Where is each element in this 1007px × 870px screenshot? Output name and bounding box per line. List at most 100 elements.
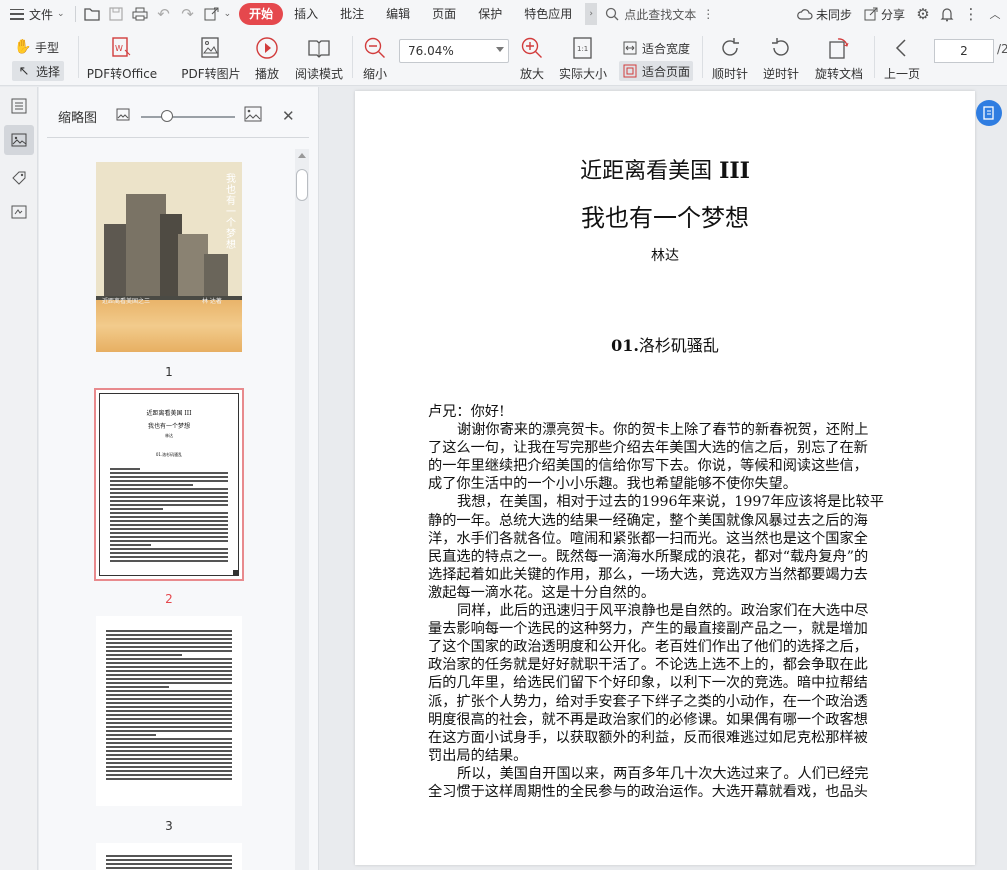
- outline-button[interactable]: [4, 91, 34, 121]
- collapse-icon[interactable]: ︿: [983, 2, 1007, 26]
- document-text-line: 后的几年里，给选民们留下个好印象，以利下一次的竞选。暗中拉帮结: [428, 675, 868, 692]
- redo-icon[interactable]: ↷: [176, 2, 200, 26]
- chevron-left-icon: [889, 35, 915, 61]
- tab-features[interactable]: 特色应用: [513, 3, 583, 25]
- more-tabs-button[interactable]: ›: [585, 3, 598, 25]
- mini-title2: 我也有一个梦想: [147, 423, 190, 430]
- tab-home[interactable]: 开始: [239, 3, 284, 25]
- document-text-line: 我想，在美国，相对于过去的1996年来说，1997年应该将是比较平: [457, 494, 884, 511]
- section-number: 01.: [611, 336, 639, 355]
- rotate-document-label: 旋转文档: [814, 67, 863, 81]
- search-box[interactable]: 点此查找文本 ⋮: [605, 6, 714, 23]
- rotate-document-button[interactable]: 旋转文档: [813, 32, 865, 82]
- shrink-thumbnail-icon[interactable]: [116, 108, 130, 124]
- zoom-level-select[interactable]: 76.04%: [399, 39, 509, 63]
- fit-page-icon: [622, 63, 638, 79]
- menu-bar: 文件 ⌄ ↶ ↷ ⌄ 开始 插入 批注 编辑 页面 保护 特色应用 › 点此查找…: [0, 0, 1007, 28]
- thumbnail-page-2[interactable]: 近距离看美国 III 我也有一个梦想 林达 01.洛杉矶骚乱: [94, 388, 244, 581]
- toolbar-separator: [874, 36, 875, 78]
- undo-icon[interactable]: ↶: [152, 2, 176, 26]
- thumbnail-size-slider[interactable]: [141, 110, 235, 122]
- more-options-icon[interactable]: ⋮: [702, 7, 714, 21]
- tab-edit[interactable]: 编辑: [375, 3, 421, 25]
- document-text-line: 卢兄：你好!: [428, 404, 505, 420]
- close-icon[interactable]: ✕: [282, 107, 295, 125]
- toolbar: ✋ 手型 ↖ 选择 W PDF转Office PDF转图片 播放 阅读模式 缩小: [0, 28, 1007, 86]
- hamburger-icon: [10, 8, 24, 20]
- thumbnails-panel: 缩略图 ✕ 我也有一个梦想 近距离看美国之三 林 达著 1 近距离看美国 III…: [39, 87, 319, 870]
- sync-status[interactable]: 未同步: [791, 0, 858, 28]
- thumbnails-button[interactable]: [4, 125, 34, 155]
- search-icon: [606, 7, 619, 21]
- actual-size-button[interactable]: 1:1 实际大小: [557, 32, 609, 82]
- toolbar-separator: [702, 36, 703, 78]
- share-button[interactable]: 分享: [858, 0, 911, 28]
- zoom-in-button[interactable]: 放大: [517, 32, 547, 82]
- save-icon[interactable]: [104, 2, 128, 26]
- hand-icon: ✋: [14, 39, 32, 55]
- tab-protect[interactable]: 保护: [467, 3, 513, 25]
- document-text-line: 明度很高的社会，就不再是政治家们的必修课。如果偶有哪一个政客想: [428, 711, 868, 728]
- page-number-input[interactable]: 2: [934, 39, 994, 63]
- more-icon[interactable]: ⋮: [959, 2, 983, 26]
- open-folder-icon[interactable]: [80, 2, 104, 26]
- document-text-line: 所以，美国自开国以来，两百多年几十次大选过来了。人们已经完: [457, 765, 869, 782]
- scroll-up-icon[interactable]: [298, 153, 306, 158]
- hand-tool-button[interactable]: ✋ 手型: [14, 37, 60, 57]
- floating-tool-button[interactable]: [976, 100, 1002, 126]
- document-text-line: 选择起着如此关键的作用，那么，一场大选，竞选双方当然都要竭力去: [428, 566, 868, 583]
- notification-icon[interactable]: [935, 2, 959, 26]
- print-icon[interactable]: [128, 2, 152, 26]
- book-icon: [306, 35, 332, 61]
- document-text-line: 成了你生活中的一个小小乐趣。我也希望能够不使你失望。: [428, 476, 797, 493]
- annotation-icon: [11, 205, 27, 219]
- rotate-clockwise-button[interactable]: 顺时针: [710, 32, 750, 82]
- pdf-to-image-button[interactable]: PDF转图片: [180, 32, 242, 82]
- mini-title1: 近距离看美国 III: [146, 410, 192, 417]
- export-icon[interactable]: [200, 2, 224, 26]
- rotate-counterclockwise-button[interactable]: 逆时针: [761, 32, 801, 82]
- thumbnail-page-number: 3: [165, 819, 173, 833]
- tag-icon: [12, 171, 26, 185]
- tab-page[interactable]: 页面: [421, 3, 467, 25]
- select-tool-button[interactable]: ↖ 选择: [12, 61, 65, 81]
- chevron-down-icon[interactable]: ⌄: [224, 9, 232, 19]
- rotate-counterclockwise-label: 逆时针: [762, 67, 799, 81]
- enlarge-thumbnail-icon[interactable]: [244, 106, 262, 125]
- toolbar-separator: [352, 36, 353, 78]
- play-label: 播放: [254, 67, 279, 81]
- cover-title: 我也有一个梦想: [226, 174, 236, 251]
- pdf-to-office-button[interactable]: W PDF转Office: [86, 32, 158, 82]
- section-heading: 01.洛杉矶骚乱: [355, 332, 975, 356]
- zoom-out-button[interactable]: 缩小: [360, 32, 390, 82]
- document-text-line: 政治家的任务就是好好就职干活了。不论选上选不上的，都会争取在此: [428, 657, 868, 674]
- scrollbar-thumb[interactable]: [296, 169, 308, 201]
- gear-icon[interactable]: ⚙: [911, 2, 935, 26]
- tab-comment[interactable]: 批注: [329, 3, 375, 25]
- pdf-to-office-icon: W: [109, 35, 135, 61]
- mini-section: 01.洛杉矶骚乱: [155, 452, 183, 457]
- hand-tool-label: 手型: [35, 40, 60, 55]
- thumbnail-page-1[interactable]: 我也有一个梦想 近距离看美国之三 林 达著: [96, 162, 242, 352]
- tab-insert[interactable]: 插入: [283, 3, 329, 25]
- document-page: 近距离看美国 III 我也有一个梦想 林达 01.洛杉矶骚乱 卢兄：你好! 谢谢你…: [355, 91, 975, 865]
- bookmark-button[interactable]: [4, 163, 34, 193]
- prev-page-label: 上一页: [883, 67, 920, 81]
- document-text-line: 了这个国家的政治透明度和公开化。老百姓们作出了他们的选择之后，: [428, 639, 868, 656]
- menu-right: 未同步 分享 ⚙ ⋮ ︿: [791, 0, 1007, 28]
- read-mode-button[interactable]: 阅读模式: [293, 32, 345, 82]
- rotate-counterclockwise-icon: [768, 35, 794, 61]
- file-menu[interactable]: 文件 ⌄: [0, 0, 71, 28]
- prev-page-button[interactable]: 上一页: [882, 32, 922, 82]
- thumbnails-scrollbar[interactable]: [295, 149, 309, 870]
- play-button[interactable]: 播放: [252, 32, 282, 82]
- slider-handle[interactable]: [161, 110, 173, 122]
- fit-page-label: 适合页面: [642, 64, 691, 79]
- actual-size-label: 实际大小: [558, 67, 607, 81]
- zoom-in-icon: [519, 35, 545, 61]
- fit-width-button[interactable]: 适合宽度: [622, 38, 690, 58]
- annotations-button[interactable]: [4, 197, 34, 227]
- fit-page-button[interactable]: 适合页面: [619, 61, 694, 81]
- thumbnail-page-4[interactable]: [96, 843, 242, 870]
- thumbnail-page-3[interactable]: [96, 616, 242, 806]
